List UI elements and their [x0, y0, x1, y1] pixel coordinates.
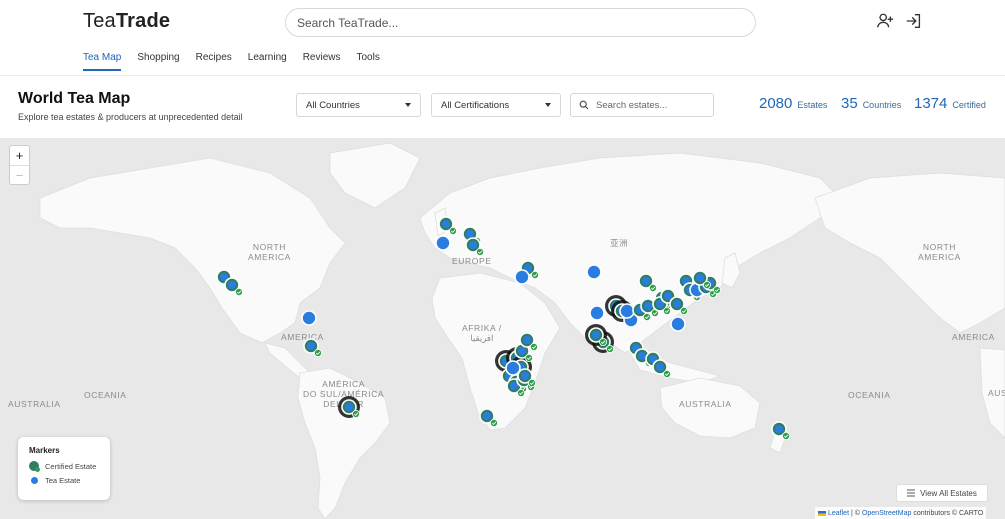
- certified-estate-marker[interactable]: [224, 277, 243, 296]
- tea-estate-marker[interactable]: [589, 305, 605, 321]
- map-legend: Markers Certified Estate Tea Estate: [18, 437, 110, 500]
- legend-certified-label: Certified Estate: [45, 461, 97, 471]
- tea-marker-icon: [31, 477, 38, 484]
- ukraine-flag-icon: [818, 510, 826, 516]
- country-select-value: All Countries: [306, 99, 360, 111]
- tab-recipes[interactable]: Recipes: [196, 52, 232, 71]
- world-map[interactable]: NORTH AMERICA NORTH AMERICA EUROPE 亚洲 AFRI…: [0, 138, 1005, 519]
- global-search-placeholder: Search TeaTrade...: [297, 15, 399, 30]
- certified-estate-marker[interactable]: [585, 324, 608, 346]
- certified-estate-marker[interactable]: [638, 273, 658, 292]
- add-user-icon[interactable]: [876, 12, 894, 30]
- certification-select-value: All Certifications: [441, 99, 510, 111]
- estate-search-placeholder: Search estates...: [596, 99, 668, 111]
- logo-light-text: Tea: [83, 10, 116, 32]
- chevron-down-icon: [545, 103, 551, 107]
- certified-estate-marker[interactable]: [438, 216, 457, 236]
- stat-estates-label: Estates: [797, 100, 828, 110]
- tea-estate-marker[interactable]: [586, 264, 602, 280]
- logo-bold-text: Trade: [115, 10, 171, 32]
- tea-estate-marker[interactable]: [619, 303, 635, 319]
- legend-item-tea: Tea Estate: [29, 476, 99, 485]
- attribution-separator: | ©: [851, 509, 860, 517]
- view-all-estates-button[interactable]: View All Estates: [896, 484, 988, 502]
- tab-tea-map[interactable]: Tea Map: [83, 52, 122, 71]
- map-attribution: Leaflet | © OpenStreetMap contributors ©…: [815, 507, 987, 519]
- tea-estate-marker[interactable]: [435, 235, 451, 251]
- certified-estate-marker[interactable]: [338, 396, 360, 418]
- legend-title: Markers: [29, 446, 60, 455]
- stat-certified-value: 1374: [914, 95, 948, 112]
- country-select[interactable]: All Countries: [296, 93, 421, 117]
- page-subtitle: Explore tea estates & producers at unpre…: [18, 112, 243, 122]
- tea-estate-marker[interactable]: [514, 269, 530, 285]
- stat-certified-label: Certified: [952, 100, 986, 110]
- stat-estates-value: 2080: [759, 95, 793, 112]
- estate-search-input[interactable]: Search estates...: [570, 93, 714, 117]
- certified-estate-marker[interactable]: [303, 338, 322, 357]
- global-search-input[interactable]: Search TeaTrade...: [285, 8, 756, 37]
- tea-estate-marker[interactable]: [670, 316, 686, 332]
- legend-tea-label: Tea Estate: [45, 476, 81, 485]
- list-icon: [907, 489, 916, 497]
- stat-certified: 1374 Certified: [914, 95, 986, 112]
- chevron-down-icon: [405, 103, 411, 107]
- estate-markers[interactable]: [0, 138, 1005, 519]
- tab-learning[interactable]: Learning: [248, 52, 287, 71]
- map-toolbar: World Tea Map Explore tea estates & prod…: [0, 77, 1005, 138]
- top-header: TeaTrade Search TeaTrade... Tea Map Shop…: [0, 0, 1005, 76]
- stat-estates: 2080 Estates: [759, 95, 827, 112]
- certified-estate-marker[interactable]: [771, 421, 791, 440]
- certified-marker-icon: [29, 461, 40, 472]
- certified-estate-marker[interactable]: [479, 408, 498, 427]
- view-all-label: View All Estates: [920, 488, 977, 498]
- certified-estate-marker[interactable]: [652, 359, 672, 378]
- osm-link[interactable]: OpenStreetMap: [862, 510, 911, 517]
- stat-countries: 35 Countries: [841, 95, 901, 112]
- main-nav: Tea Map Shopping Recipes Learning Review…: [83, 52, 396, 71]
- logo[interactable]: TeaTrade: [83, 10, 170, 33]
- zoom-out-button[interactable]: −: [10, 165, 29, 184]
- stat-countries-value: 35: [841, 95, 858, 112]
- legend-item-certified: Certified Estate: [29, 461, 99, 472]
- tab-shopping[interactable]: Shopping: [137, 52, 179, 71]
- certification-select[interactable]: All Certifications: [431, 93, 561, 117]
- sign-in-icon[interactable]: [905, 12, 923, 30]
- tab-tools[interactable]: Tools: [356, 52, 379, 71]
- certified-estate-marker[interactable]: [669, 296, 689, 315]
- tea-estate-marker[interactable]: [301, 310, 317, 326]
- zoom-in-button[interactable]: +: [10, 146, 29, 165]
- zoom-control: + −: [9, 145, 30, 185]
- attribution-rest: contributors © CARTO: [913, 509, 984, 517]
- stat-countries-label: Countries: [862, 100, 902, 110]
- search-icon: [579, 100, 589, 110]
- leaflet-link[interactable]: Leaflet: [828, 510, 849, 517]
- tab-reviews[interactable]: Reviews: [303, 52, 341, 71]
- page-title: World Tea Map: [18, 90, 131, 107]
